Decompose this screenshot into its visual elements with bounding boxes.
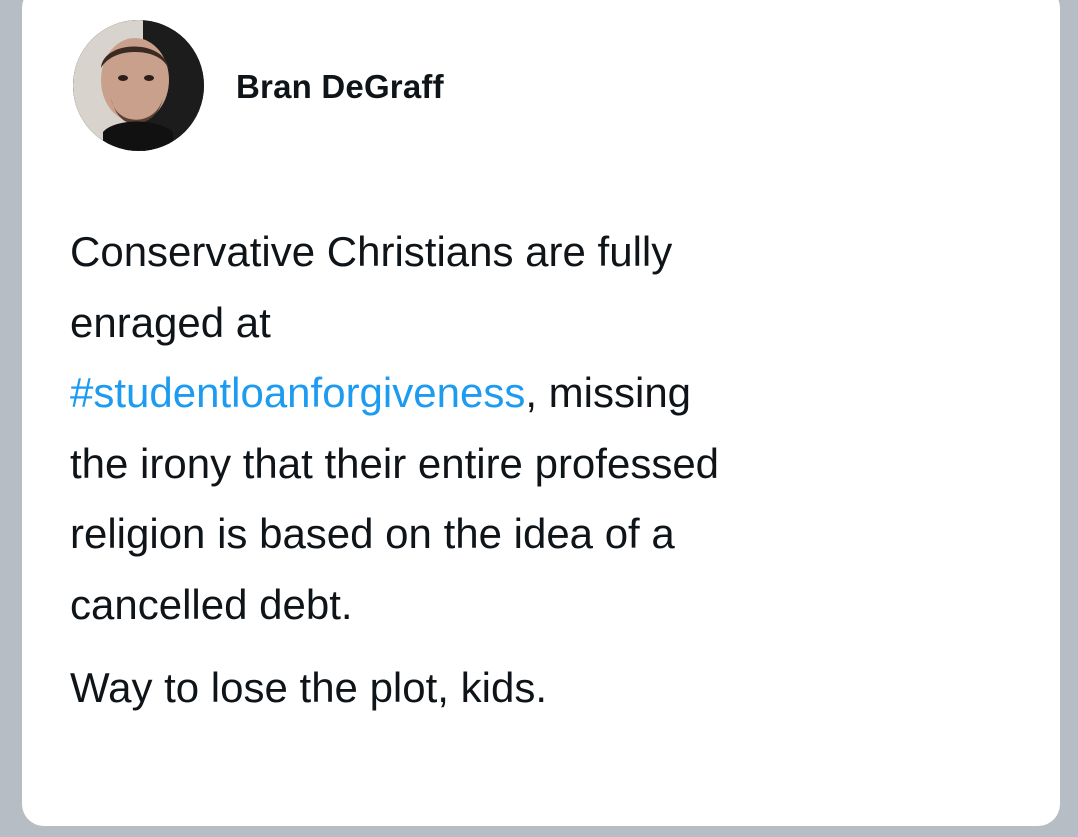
tweet-line-3-rest: , missing [525, 369, 692, 416]
profile-avatar[interactable] [73, 20, 204, 151]
tweet-paragraph-closing: Way to lose the plot, kids. [70, 664, 547, 711]
tweet-line-6: cancelled debt. [70, 580, 353, 628]
tweet-line-2: enraged at [70, 298, 271, 346]
tweet-card[interactable]: Bran DeGraff Conservative Christians are… [22, 0, 1060, 826]
tweet-line-1: Conservative Christians are fully [70, 228, 673, 275]
tweet-text: Conservative Christians are fully enrage… [70, 217, 1030, 724]
tweet-line-5: religion is based on the idea of a [70, 510, 675, 557]
tweet-paragraph-main: Conservative Christians are fully enrage… [70, 217, 1030, 640]
profile-photo-icon [73, 20, 204, 151]
tweet-line-4: the irony that their entire professed [70, 439, 720, 487]
hashtag-link[interactable]: #studentloanforgiveness [70, 369, 525, 416]
author-name[interactable]: Bran DeGraff [236, 68, 444, 106]
